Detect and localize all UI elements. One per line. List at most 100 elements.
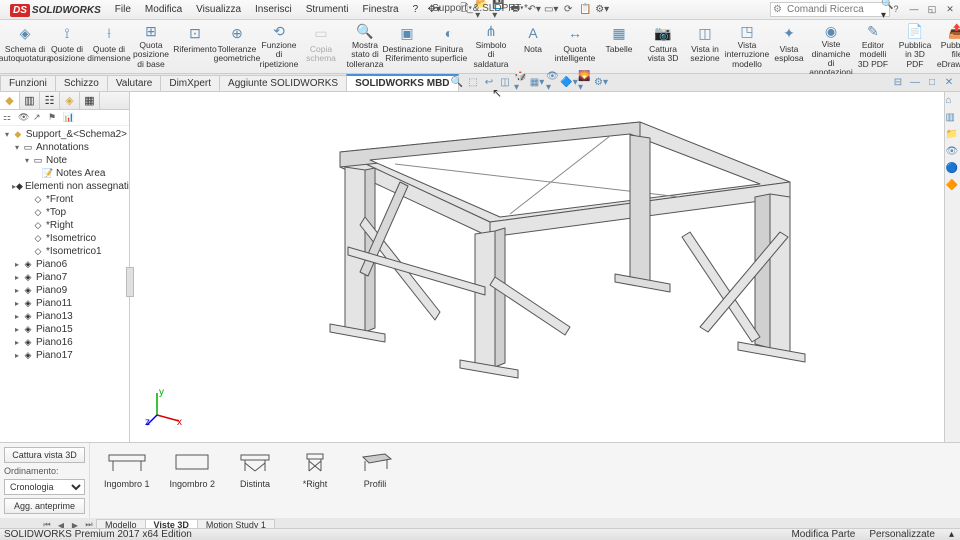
view-thumb-ingombro-2[interactable]: Ingombro 2 [170,449,216,489]
splitter-handle[interactable] [126,267,134,297]
display-style-icon[interactable]: ▦▾ [530,75,544,89]
zoom-area-icon[interactable]: ⬚ [466,75,480,89]
fm-graph-icon[interactable]: 📊 [63,112,75,124]
ribbon-editor-modelli-3d-pdf[interactable]: ✎Editor modelli 3D PDF [852,22,894,71]
ribbon-viste-dinamiche-di-annotazioni[interactable]: ◉Viste dinamiche di annotazioni [810,22,852,71]
fm-tab-dimxpert[interactable]: ◈ [60,92,80,109]
ribbon-nota[interactable]: ANota [512,22,554,71]
capture-3d-view-button[interactable]: Cattura vista 3D [4,447,85,463]
ribbon-cattura-vista-3d[interactable]: 📷Cattura vista 3D [642,22,684,71]
tp-home-icon[interactable]: ⌂ [946,95,960,109]
fm-tab-display[interactable]: ▦ [80,92,100,109]
command-search[interactable]: ⚙ 🔍▾ [770,2,890,17]
tree-node[interactable]: ▸◈Piano17 [2,349,127,362]
tab-schizzo[interactable]: Schizzo [55,75,108,91]
tree-node[interactable]: ▸◈Piano11 [2,297,127,310]
doc-restore-icon[interactable]: — [908,76,922,90]
hide-show-icon[interactable]: 👁▾ [546,75,560,89]
search-input[interactable] [784,4,879,15]
tp-custom-icon[interactable]: 🔶 [946,180,960,194]
orientation-triad[interactable]: y x z [145,387,185,427]
expand-icon[interactable]: ▸ [12,338,22,347]
ribbon-vista-interruzione-modello[interactable]: ◳Vista interruzione modello [726,22,768,71]
tab-dimxpert[interactable]: DimXpert [160,75,220,91]
ribbon-mostra-stato-di-tolleranza[interactable]: 🔍Mostra stato di tolleranza [344,22,386,71]
tp-view-icon[interactable]: 👁 [946,146,960,160]
expand-icon[interactable]: ▸ [12,325,22,334]
doc-close-icon[interactable]: ✕ [942,76,956,90]
view-thumb-ingombro-1[interactable]: Ingombro 1 [104,449,150,489]
ribbon-quota-intelligente[interactable]: ↔Quota intelligente [554,22,596,71]
status-custom[interactable]: Personalizzate [869,529,935,540]
tab-aggiunte-solidworks[interactable]: Aggiunte SOLIDWORKS [219,75,347,91]
ribbon-tabelle[interactable]: ▦Tabelle [598,22,640,71]
ribbon-riferimento[interactable]: ⊡Riferimento [174,22,216,71]
tree-node[interactable]: ◇*Front [2,193,127,206]
settings-icon[interactable]: ⚙▾ [594,2,610,18]
doc-min-icon[interactable]: ⊟ [891,76,905,90]
tp-library-icon[interactable]: 📁 [946,129,960,143]
close-icon[interactable]: ✕ [942,2,958,16]
tree-root[interactable]: ▾◆ Support_&<Schema2> [2,128,127,141]
ribbon-pubblica-in-3d-pdf[interactable]: 📄Pubblica in 3D PDF [894,22,936,71]
options-icon[interactable]: 📋 [577,2,593,18]
tree-node[interactable]: ▸◈Piano6 [2,258,127,271]
menu-view[interactable]: Visualizza [190,2,247,17]
edit-appear-icon[interactable]: 🔷▾ [562,75,576,89]
tp-appearance-icon[interactable]: 🔵 [946,163,960,177]
doc-max-icon[interactable]: □ [925,76,939,90]
maximize-icon[interactable]: ◱ [924,2,940,16]
tree-node[interactable]: ◇*Isometrico [2,232,127,245]
undo-icon[interactable]: ↶▾ [526,2,542,18]
fm-tab-property[interactable]: ▥ [20,92,40,109]
tree-node[interactable]: 📝Notes Area [2,167,127,180]
minimize-icon[interactable]: — [906,2,922,16]
view-thumb-profili[interactable]: Profili [355,449,395,489]
ribbon-funzione-di-ripetizione[interactable]: ⟲Funzione di ripetizione [258,22,300,71]
expand-icon[interactable]: ▸ [12,351,22,360]
expand-icon[interactable]: ▸ [12,299,22,308]
fm-tab-config[interactable]: ☷ [40,92,60,109]
menu-help[interactable]: ? [407,2,425,17]
view-thumb-distinta[interactable]: Distinta [235,449,275,489]
ribbon-quota-posizione-di-base[interactable]: ⊞Quota posizione di base [130,22,172,71]
tree-node[interactable]: ◇*Isometrico1 [2,245,127,258]
ribbon-tolleranze-geometriche[interactable]: ⊕Tolleranze geometriche [216,22,258,71]
tree-node[interactable]: ▾▭Annotations [2,141,127,154]
tree-node[interactable]: ▸◈Piano13 [2,310,127,323]
apply-scene-icon[interactable]: 🌄▾ [578,75,592,89]
view-settings-icon[interactable]: ⚙▾ [594,75,608,89]
ribbon-quote-di-posizione[interactable]: ⟟Quote di posizione [46,22,88,71]
fm-flag-icon[interactable]: ⚑ [48,112,60,124]
ribbon-schema-di-autoquotatura[interactable]: ◈Schema di autoquotatura [4,22,46,71]
expand-icon[interactable]: ▸ [12,312,22,321]
sort-select[interactable]: Cronologia [4,479,85,495]
tree-node[interactable]: ▸◈Piano9 [2,284,127,297]
tree-node[interactable]: ▸◆Elementi non assegnati [2,180,127,193]
menu-insert[interactable]: Inserisci [249,2,298,17]
expand-icon[interactable]: ▾ [12,143,22,152]
expand-icon[interactable]: ▾ [22,156,32,165]
rebuild-icon[interactable]: ⟳ [560,2,576,18]
ribbon-destinazione-riferimento[interactable]: ▣Destinazione Riferimento [386,22,428,71]
ribbon-pubblica-file-edrawings[interactable]: 📤Pubblica file eDrawings [936,22,960,71]
help2-icon[interactable]: ? [888,2,904,16]
tree-node[interactable]: ▸◈Piano15 [2,323,127,336]
tree-node[interactable]: ▸◈Piano16 [2,336,127,349]
select-icon[interactable]: ▭▾ [543,2,559,18]
ribbon-vista-in-sezione[interactable]: ◫Vista in sezione [684,22,726,71]
tab-solidworks-mbd[interactable]: SOLIDWORKS MBD [346,74,458,91]
tree-node[interactable]: ◇*Right [2,219,127,232]
ribbon-simbolo-di-saldatura[interactable]: ⋔Simbolo di saldatura [470,22,512,71]
view-orient-icon[interactable]: 🎲▾ [514,75,528,89]
tree-node[interactable]: ▾▭Note [2,154,127,167]
fm-tab-feature[interactable]: ◆ [0,92,20,109]
status-chevron-icon[interactable]: ▴ [949,529,954,540]
ribbon-quote-di-dimensione[interactable]: ⟊Quote di dimensione [88,22,130,71]
zoom-fit-icon[interactable]: 🔍 [450,75,464,89]
tab-valutare[interactable]: Valutare [107,75,162,91]
graphics-viewport[interactable]: y x z ↖ [130,92,960,442]
menu-file[interactable]: File [109,2,137,17]
menu-tools[interactable]: Strumenti [300,2,355,17]
ribbon-finitura-superficie[interactable]: ◐Finitura superficie [428,22,470,71]
